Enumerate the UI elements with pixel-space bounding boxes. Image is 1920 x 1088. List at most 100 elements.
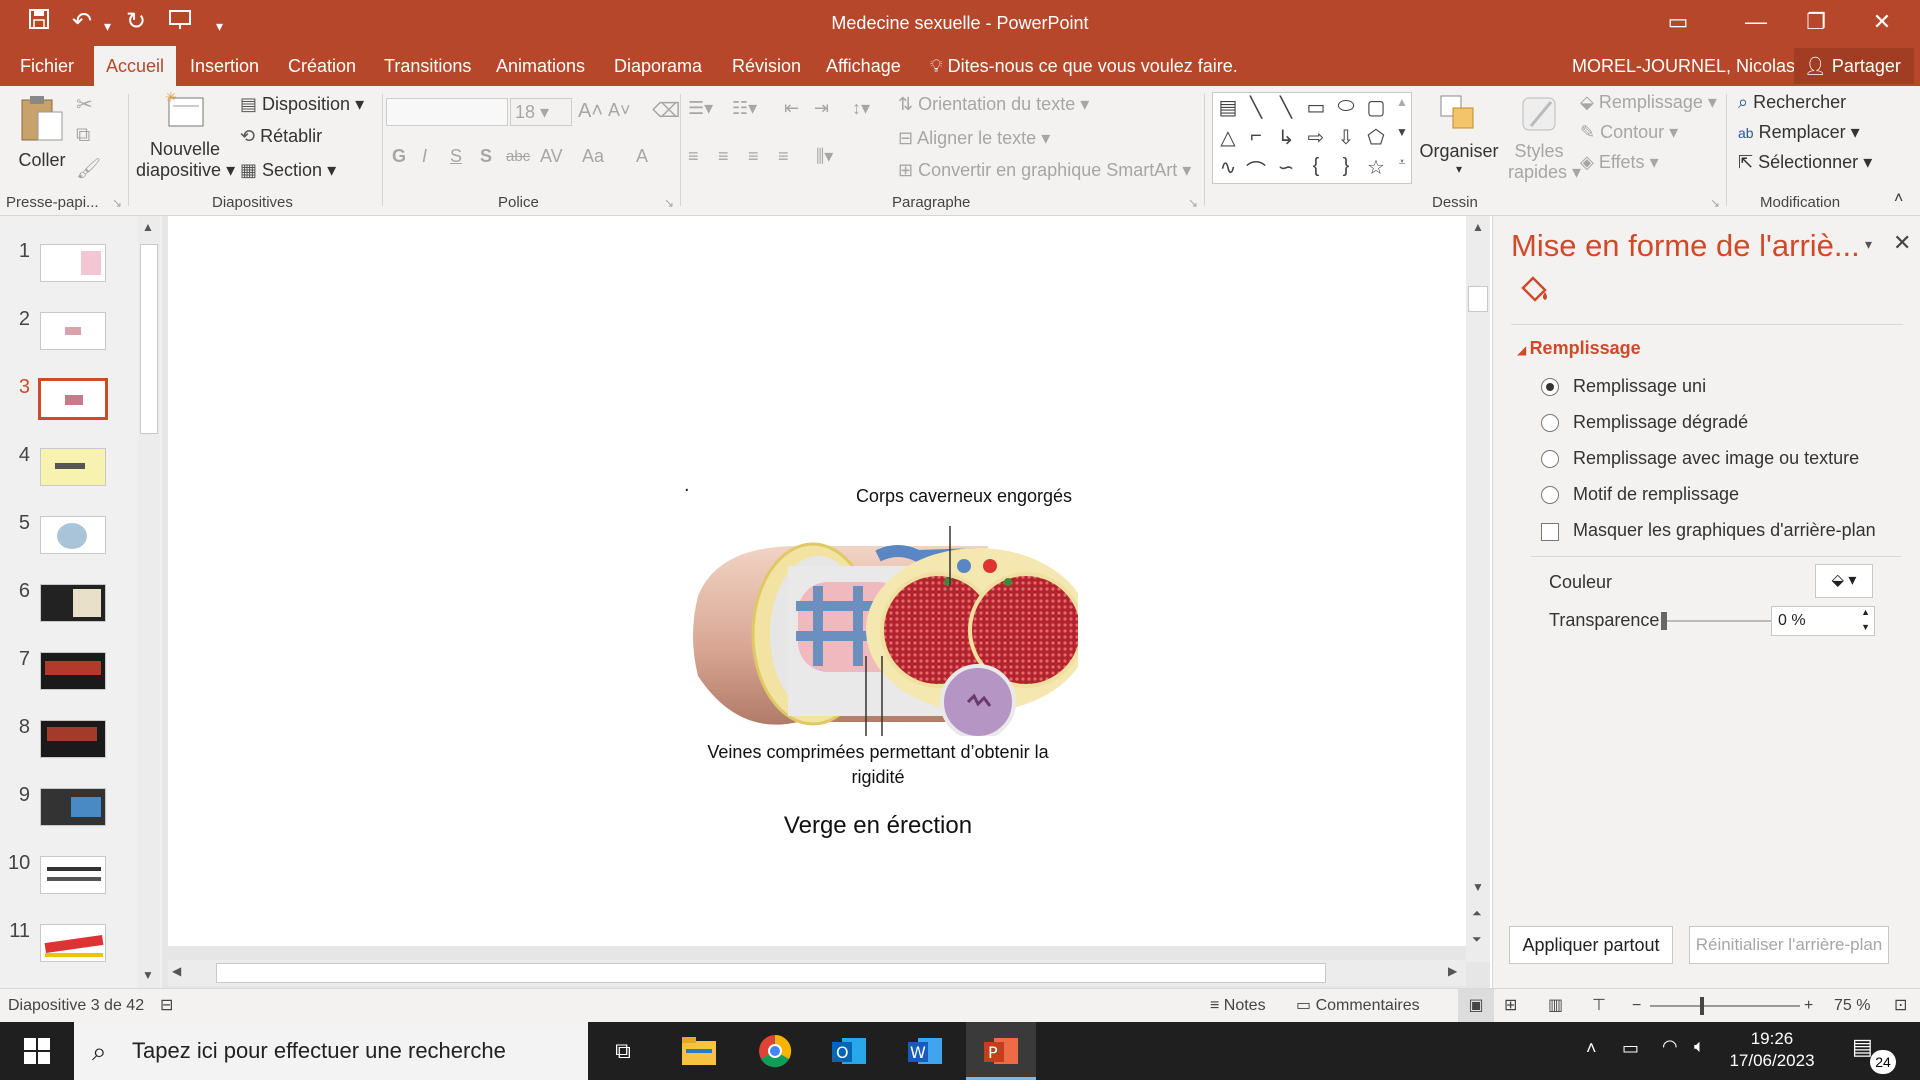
zoom-out-icon[interactable]: − xyxy=(1632,989,1641,1023)
scribble-shape-icon[interactable]: ∿ xyxy=(1215,155,1241,180)
bullets-icon[interactable]: ☰▾ xyxy=(688,98,713,119)
columns-icon[interactable]: ⫼▾ xyxy=(816,146,833,167)
close-pane-icon[interactable]: ✕ xyxy=(1893,230,1911,256)
slide-thumbnail-6[interactable] xyxy=(40,584,106,622)
chrome-icon[interactable] xyxy=(740,1022,810,1080)
align-right-icon[interactable]: ≡ xyxy=(748,146,759,167)
new-slide-button[interactable]: ✳ Nouvelle diapositive ▾ xyxy=(136,89,235,181)
scroll-left-icon[interactable]: ◀ xyxy=(172,964,181,978)
text-direction-button[interactable]: ⇅ Orientation du texte ▾ xyxy=(898,94,1089,115)
task-view-icon[interactable]: ⧉ xyxy=(588,1022,658,1080)
underline-button[interactable]: S xyxy=(450,146,462,167)
scroll-thumb[interactable] xyxy=(140,244,158,434)
fill-bucket-icon[interactable] xyxy=(1517,272,1551,311)
share-button[interactable]: 👤︎ Partager xyxy=(1794,48,1914,84)
rectangle-shape-icon[interactable]: ▭ xyxy=(1303,95,1329,120)
textbox-shape-icon[interactable]: ▤ xyxy=(1215,95,1241,120)
outlook-icon[interactable]: O xyxy=(814,1022,884,1080)
cut-icon[interactable]: ✂ xyxy=(76,92,93,117)
picture-fill-radio[interactable] xyxy=(1541,450,1559,468)
fill-section-header[interactable]: ◢ Remplissage xyxy=(1517,338,1641,359)
customize-qat-icon[interactable]: ▾ xyxy=(216,12,223,40)
slide-thumbnail-9[interactable] xyxy=(40,788,106,826)
label-corps-caverneux[interactable]: Corps caverneux engorgés xyxy=(834,486,1094,507)
file-explorer-icon[interactable] xyxy=(664,1022,734,1080)
tab-transitions[interactable]: Transitions xyxy=(372,46,483,86)
slide-thumbnail-8[interactable] xyxy=(40,720,106,758)
char-spacing-button[interactable]: AV xyxy=(540,146,563,167)
clear-format-icon[interactable]: ⌫ xyxy=(652,98,680,123)
color-picker-button[interactable]: ⬙ ▾ xyxy=(1815,564,1873,598)
transparency-input[interactable]: 0 % ▲ ▼ xyxy=(1771,606,1875,636)
paste-button[interactable]: Coller xyxy=(18,92,66,170)
apply-all-button[interactable]: Appliquer partout xyxy=(1509,926,1673,964)
font-color-button[interactable]: A xyxy=(636,146,648,167)
anatomy-illustration[interactable] xyxy=(678,526,1078,736)
notification-center-icon[interactable]: ▤ xyxy=(1852,1034,1873,1060)
gallery-more-icon[interactable]: ⩡ xyxy=(1389,155,1415,170)
arc-shape-icon[interactable]: ⌒ xyxy=(1243,155,1269,184)
zoom-level[interactable]: 75 % xyxy=(1834,989,1870,1023)
down-arrow-shape-icon[interactable]: ⇩ xyxy=(1333,125,1359,150)
next-slide-icon[interactable]: ⏷ xyxy=(1472,932,1482,947)
left-brace-shape-icon[interactable]: { xyxy=(1303,155,1329,178)
align-text-button[interactable]: ⊟ Aligner le texte ▾ xyxy=(898,128,1050,149)
fit-to-window-icon[interactable]: ⊡ xyxy=(1894,989,1907,1023)
arrow-line-shape-icon[interactable]: ╲ xyxy=(1273,95,1299,120)
font-launcher-icon[interactable]: ↘ xyxy=(664,196,674,210)
shadow-button[interactable]: S xyxy=(480,146,492,167)
shape-fill-button[interactable]: ⬙ Remplissage ▾ xyxy=(1580,92,1717,113)
find-button[interactable]: ⌕ Rechercher xyxy=(1738,92,1846,113)
slide-horizontal-scrollbar[interactable]: ◀ ▶ xyxy=(168,960,1466,986)
slideshow-view-icon[interactable]: ⊤ xyxy=(1592,989,1606,1023)
zoom-slider-thumb[interactable] xyxy=(1700,997,1704,1015)
normal-view-icon[interactable]: ▣ xyxy=(1458,989,1494,1023)
curve-shape-icon[interactable]: ∽ xyxy=(1273,155,1299,180)
undo-icon[interactable]: ↶ xyxy=(72,8,92,36)
triangle-shape-icon[interactable]: △ xyxy=(1215,125,1241,150)
increase-indent-icon[interactable]: ⇥ xyxy=(814,98,829,119)
scroll-down-icon[interactable]: ▼ xyxy=(1472,880,1484,894)
arrange-button[interactable]: Organiser ▾ xyxy=(1418,92,1500,176)
reading-view-icon[interactable]: ▥ xyxy=(1548,989,1563,1023)
transparency-slider-thumb[interactable] xyxy=(1661,612,1667,630)
slide-thumbnail-10[interactable] xyxy=(40,856,106,894)
tab-fichier[interactable]: Fichier xyxy=(8,46,86,86)
reset-button[interactable]: ⟲ Rétablir xyxy=(240,126,322,147)
slide-canvas[interactable]: . Corps caverneux engorgés Veines compri… xyxy=(168,216,1466,946)
slide-thumbnail-7[interactable] xyxy=(40,652,106,690)
elbow-arrow-shape-icon[interactable]: ↳ xyxy=(1273,125,1299,150)
slide-thumbnail-3[interactable] xyxy=(38,378,108,420)
start-from-beginning-icon[interactable] xyxy=(168,8,194,37)
right-brace-shape-icon[interactable]: } xyxy=(1333,155,1359,178)
shapes-gallery[interactable]: ▤ ╲ ╲ ▭ ⬭ ▢ △ ⌐ ↳ ⇨ ⇩ ⬠ ∿ ⌒ ∽ { } ☆ ▲ ▼ … xyxy=(1212,92,1412,184)
format-painter-icon[interactable]: 🖌︎ xyxy=(76,156,101,181)
slide-sorter-icon[interactable]: ⊞ xyxy=(1504,989,1517,1023)
bold-button[interactable]: G xyxy=(392,146,406,167)
slide-thumbnail-4[interactable] xyxy=(40,448,106,486)
font-size-box[interactable]: 18 ▾ xyxy=(510,98,572,126)
slide-thumbnail-2[interactable] xyxy=(40,312,106,350)
shape-effects-button[interactable]: ◈ Effets ▾ xyxy=(1580,152,1659,173)
redo-icon[interactable]: ↻ xyxy=(126,8,146,36)
gallery-up-icon[interactable]: ▲ xyxy=(1389,95,1415,109)
tab-animations[interactable]: Animations xyxy=(484,46,597,86)
battery-icon[interactable]: ▭ xyxy=(1622,1038,1639,1059)
tab-revision[interactable]: Révision xyxy=(720,46,813,86)
strikethrough-button[interactable]: abc xyxy=(506,148,530,165)
show-hidden-icons[interactable]: ˄ xyxy=(1586,1038,1597,1059)
quick-styles-button[interactable]: Styles rapides ▾ xyxy=(1508,92,1581,183)
windows-start-icon[interactable] xyxy=(2,1022,72,1080)
font-name-box[interactable] xyxy=(386,98,508,126)
ribbon-display-options-icon[interactable]: ▭ xyxy=(1648,0,1708,46)
tab-accueil[interactable]: Accueil xyxy=(94,46,177,86)
tab-affichage[interactable]: Affichage xyxy=(814,46,913,86)
spell-check-icon[interactable]: ⊟ xyxy=(160,989,173,1023)
align-left-icon[interactable]: ≡ xyxy=(688,146,699,167)
taskbar-search-box[interactable]: ⌕ Tapez ici pour effectuer une recherche xyxy=(74,1022,588,1080)
italic-button[interactable]: I xyxy=(422,146,427,167)
pattern-fill-radio[interactable] xyxy=(1541,486,1559,504)
slide-vertical-scrollbar[interactable]: ▲ ▼ ⏶ ⏷ xyxy=(1466,216,1490,962)
clipboard-launcher-icon[interactable]: ↘ xyxy=(112,196,122,210)
picture-fill-label[interactable]: Remplissage avec image ou texture xyxy=(1573,448,1859,469)
